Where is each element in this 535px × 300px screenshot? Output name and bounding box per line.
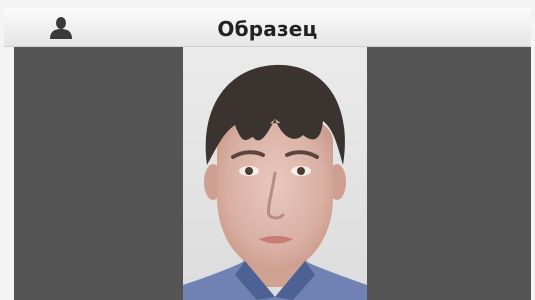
panel-header: Образец (4, 8, 531, 47)
sample-photo (183, 47, 367, 300)
sample-panel: Образец (0, 0, 535, 300)
image-viewer (14, 47, 531, 300)
panel-title: Образец (217, 17, 318, 41)
